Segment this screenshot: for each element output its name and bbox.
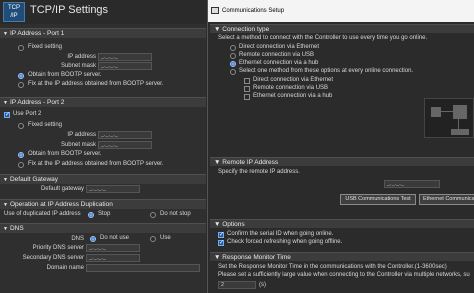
section-monitor-header[interactable]: ▼ Response Monitor Time [210,252,474,261]
sub-usb-label: Remote connection via USB [253,85,329,91]
port2-ip-field[interactable]: _._._._ [98,131,152,139]
port1-mask-label: Subnet mask [60,63,96,69]
tcpip-logo-icon: TCP/IP [3,2,25,22]
chevron-down-icon: ▼ [214,254,223,261]
dialog-titlebar[interactable]: Communications Setup [208,0,474,22]
window-icon [211,7,219,14]
port2-ip-label: IP address [67,132,96,138]
port1-fix-bootp-radio[interactable] [18,82,24,88]
section-port2-header[interactable]: ▼ IP Address - Port 2 [0,97,206,107]
chevron-down-icon: ▼ [214,159,223,166]
section-gateway-header[interactable]: ▼ Default Gateway [0,174,206,184]
port2-bootp-radio[interactable] [18,152,24,158]
use-port2-checkbox[interactable] [4,111,10,118]
duplication-label: Use of duplicated IP address [4,211,81,217]
chevron-down-icon: ▼ [3,177,8,183]
chevron-down-icon: ▼ [214,26,223,33]
port1-ip-label: IP address [67,54,96,60]
chevron-down-icon: ▼ [3,100,8,106]
confirm-serial-label: Confirm the serial ID when going online. [227,231,334,237]
page-title: TCP/IP Settings [30,4,109,16]
ethernet-hub-label: Ethernet connection via a hub [239,60,319,66]
port1-fixed-radio[interactable] [18,45,24,51]
section-options-header[interactable]: ▼ Options [210,219,474,228]
check-refresh-checkbox[interactable] [218,239,224,246]
direct-ethernet-radio[interactable] [230,45,236,51]
port2-fixed-label: Fixed setting [28,122,63,128]
duplication-do-not-stop-label: Do not stop [160,211,191,217]
connection-diagram [424,98,474,138]
port1-fixed-label: Fixed setting [28,44,63,50]
monitor-line1: Set the Response Monitor Time in the com… [218,264,447,270]
port2-mask-field[interactable]: _._._._ [98,141,152,149]
port2-fixed-radio[interactable] [18,123,24,129]
duplication-stop-label: Stop [98,211,111,217]
duplication-do-not-stop-radio[interactable] [150,212,156,218]
ethernet-communications-test-button[interactable]: Ethernet Communica [419,194,474,205]
use-port2-label: Use Port 2 [13,111,42,117]
sub-direct-checkbox[interactable] [244,78,250,84]
dns-do-not-use-label: Do not use [100,235,130,241]
priority-dns-label: Priority DNS server [32,245,84,251]
sub-hub-checkbox[interactable] [244,94,250,100]
priority-dns-field[interactable]: _._._._ [86,244,140,252]
secondary-dns-field[interactable]: _._._._ [86,254,140,262]
connection-type-description: Select a method to connect with the Cont… [218,35,428,41]
communications-setup-dialog: Communications Setup ▼ Connection type S… [207,0,474,293]
gateway-field[interactable]: _._._._ [86,185,140,193]
port1-fix-bootp-label: Fix at the IP address obtained from BOOT… [28,81,164,87]
chevron-down-icon: ▼ [3,31,8,37]
remote-ip-description: Specify the remote IP address. [218,169,300,175]
monitor-line2: Please set a sufficiently large value wh… [218,272,470,278]
dns-do-not-use-radio[interactable] [90,236,96,242]
domain-name-label: Domain name [46,265,84,271]
monitor-time-unit: (s) [259,282,266,288]
direct-ethernet-label: Direct connection via Ethernet [239,44,320,50]
check-refresh-label: Check forced refreshing when going offli… [227,239,343,245]
sub-direct-label: Direct connection via Ethernet [253,77,334,83]
ethernet-hub-radio[interactable] [230,61,236,67]
port1-bootp-label: Obtain from BOOTP server. [28,72,102,78]
section-duplication-header[interactable]: ▼ Operation at IP Address Duplication [0,199,206,209]
port1-mask-field[interactable]: _._._._ [98,62,152,70]
dialog-title: Communications Setup [222,8,285,14]
select-every-time-label: Select one method from these options at … [239,68,414,74]
remote-usb-radio[interactable] [230,53,236,59]
dns-label: DNS [71,236,84,242]
section-remote-ip-header[interactable]: ▼ Remote IP Address [210,157,474,166]
port2-fix-bootp-radio[interactable] [18,162,24,168]
port1-ip-field[interactable]: _._._._ [98,53,152,61]
usb-communications-test-button[interactable]: USB Communications Test [340,194,416,205]
section-port1-header[interactable]: ▼ IP Address - Port 1 [0,28,206,38]
port2-fix-bootp-label: Fix at the IP address obtained from BOOT… [28,161,164,167]
sub-hub-label: Ethernet connection via a hub [253,93,333,99]
monitor-time-field[interactable]: 2 [218,281,256,289]
gateway-label: Default gateway [40,186,84,192]
duplication-stop-radio[interactable] [88,212,94,218]
domain-name-field[interactable] [86,264,200,272]
remote-usb-label: Remote connection via USB [239,52,315,58]
port1-bootp-radio[interactable] [18,73,24,79]
remote-ip-field[interactable]: _._._._ [384,180,440,188]
select-every-time-radio[interactable] [230,69,236,75]
chevron-down-icon: ▼ [214,221,223,228]
port2-bootp-label: Obtain from BOOTP server. [28,151,102,157]
dns-use-label: Use [160,235,171,241]
panel-header: TCP/IP TCP/IP Settings [0,0,206,24]
confirm-serial-checkbox[interactable] [218,231,224,238]
section-dns-header[interactable]: ▼ DNS [0,223,206,233]
secondary-dns-label: Secondary DNS server [22,255,84,261]
section-connection-type-header[interactable]: ▼ Connection type [210,24,474,33]
chevron-down-icon: ▼ [3,202,8,208]
tcpip-settings-panel: TCP/IP TCP/IP Settings ▼ IP Address - Por… [0,0,206,293]
dns-use-radio[interactable] [150,236,156,242]
chevron-down-icon: ▼ [3,226,8,232]
port2-mask-label: Subnet mask [60,142,96,148]
sub-usb-checkbox[interactable] [244,86,250,92]
